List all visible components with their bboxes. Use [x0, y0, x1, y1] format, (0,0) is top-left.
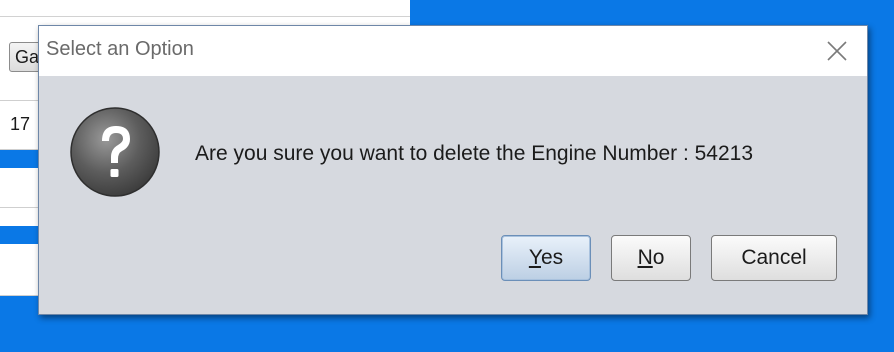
close-button[interactable] — [824, 38, 850, 64]
yes-label-rest: es — [540, 246, 564, 269]
dialog-titlebar[interactable]: Select an Option — [39, 26, 867, 76]
background-top-field — [0, 0, 410, 17]
dialog-title: Select an Option — [46, 38, 194, 60]
close-icon — [827, 41, 847, 61]
yes-button[interactable]: Yes — [501, 235, 591, 281]
dialog-message: Are you sure you want to delete the Engi… — [195, 142, 754, 165]
no-button[interactable]: No — [611, 235, 691, 281]
yes-mnemonic: Y — [528, 246, 541, 269]
no-mnemonic: N — [637, 246, 653, 269]
cancel-button[interactable]: Cancel — [711, 235, 837, 281]
question-icon — [69, 106, 161, 198]
no-label-rest: o — [652, 246, 665, 269]
confirm-dialog: Select an Option Are you sure you want t… — [38, 25, 868, 315]
